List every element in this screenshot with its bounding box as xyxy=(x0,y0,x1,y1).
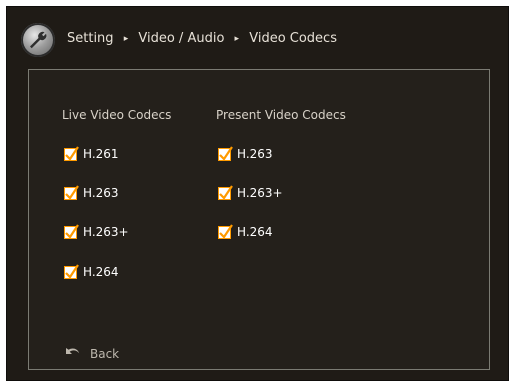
breadcrumb-separator: ▸ xyxy=(123,34,129,44)
breadcrumb-setting[interactable]: Setting xyxy=(67,31,114,46)
checkbox-icon[interactable] xyxy=(218,184,233,200)
live-video-codecs-title: Live Video Codecs xyxy=(62,108,172,122)
checkbox-icon[interactable] xyxy=(218,223,233,239)
back-arrow-icon xyxy=(64,345,90,362)
live-codec-h261[interactable]: H.261 xyxy=(64,145,119,163)
screen: Setting ▸ Video / Audio ▸ Video Codecs L… xyxy=(6,6,509,381)
codec-label: H.264 xyxy=(83,265,119,279)
breadcrumb-video-codecs: Video Codecs xyxy=(249,31,337,46)
present-codec-h264[interactable]: H.264 xyxy=(218,223,273,241)
codec-label: H.263+ xyxy=(237,186,283,200)
checkbox-icon[interactable] xyxy=(218,145,233,161)
checkbox-icon[interactable] xyxy=(64,223,79,239)
header: Setting ▸ Video / Audio ▸ Video Codecs xyxy=(7,7,508,69)
codec-label: H.263 xyxy=(237,147,273,161)
back-button[interactable]: Back xyxy=(64,345,119,362)
present-codec-h263[interactable]: H.263 xyxy=(218,145,273,163)
live-codec-h263-plus[interactable]: H.263+ xyxy=(64,223,129,241)
codec-label: H.263+ xyxy=(83,225,129,239)
breadcrumb-separator: ▸ xyxy=(234,34,240,44)
present-video-codecs-title: Present Video Codecs xyxy=(216,108,346,122)
back-label: Back xyxy=(90,346,120,361)
checkbox-icon[interactable] xyxy=(64,263,79,279)
live-codec-h263[interactable]: H.263 xyxy=(64,184,119,202)
live-codec-h264[interactable]: H.264 xyxy=(64,263,119,281)
codec-label: H.264 xyxy=(237,225,273,239)
codec-label: H.263 xyxy=(83,186,119,200)
breadcrumb-video-audio[interactable]: Video / Audio xyxy=(138,31,224,46)
codecs-panel: Live Video Codecs Present Video Codecs H… xyxy=(28,69,490,370)
codec-label: H.261 xyxy=(83,147,119,161)
checkbox-icon[interactable] xyxy=(64,184,79,200)
breadcrumb: Setting ▸ Video / Audio ▸ Video Codecs xyxy=(67,30,337,49)
present-codec-h263-plus[interactable]: H.263+ xyxy=(218,184,283,202)
settings-logo xyxy=(21,23,55,57)
checkbox-icon[interactable] xyxy=(64,145,79,161)
